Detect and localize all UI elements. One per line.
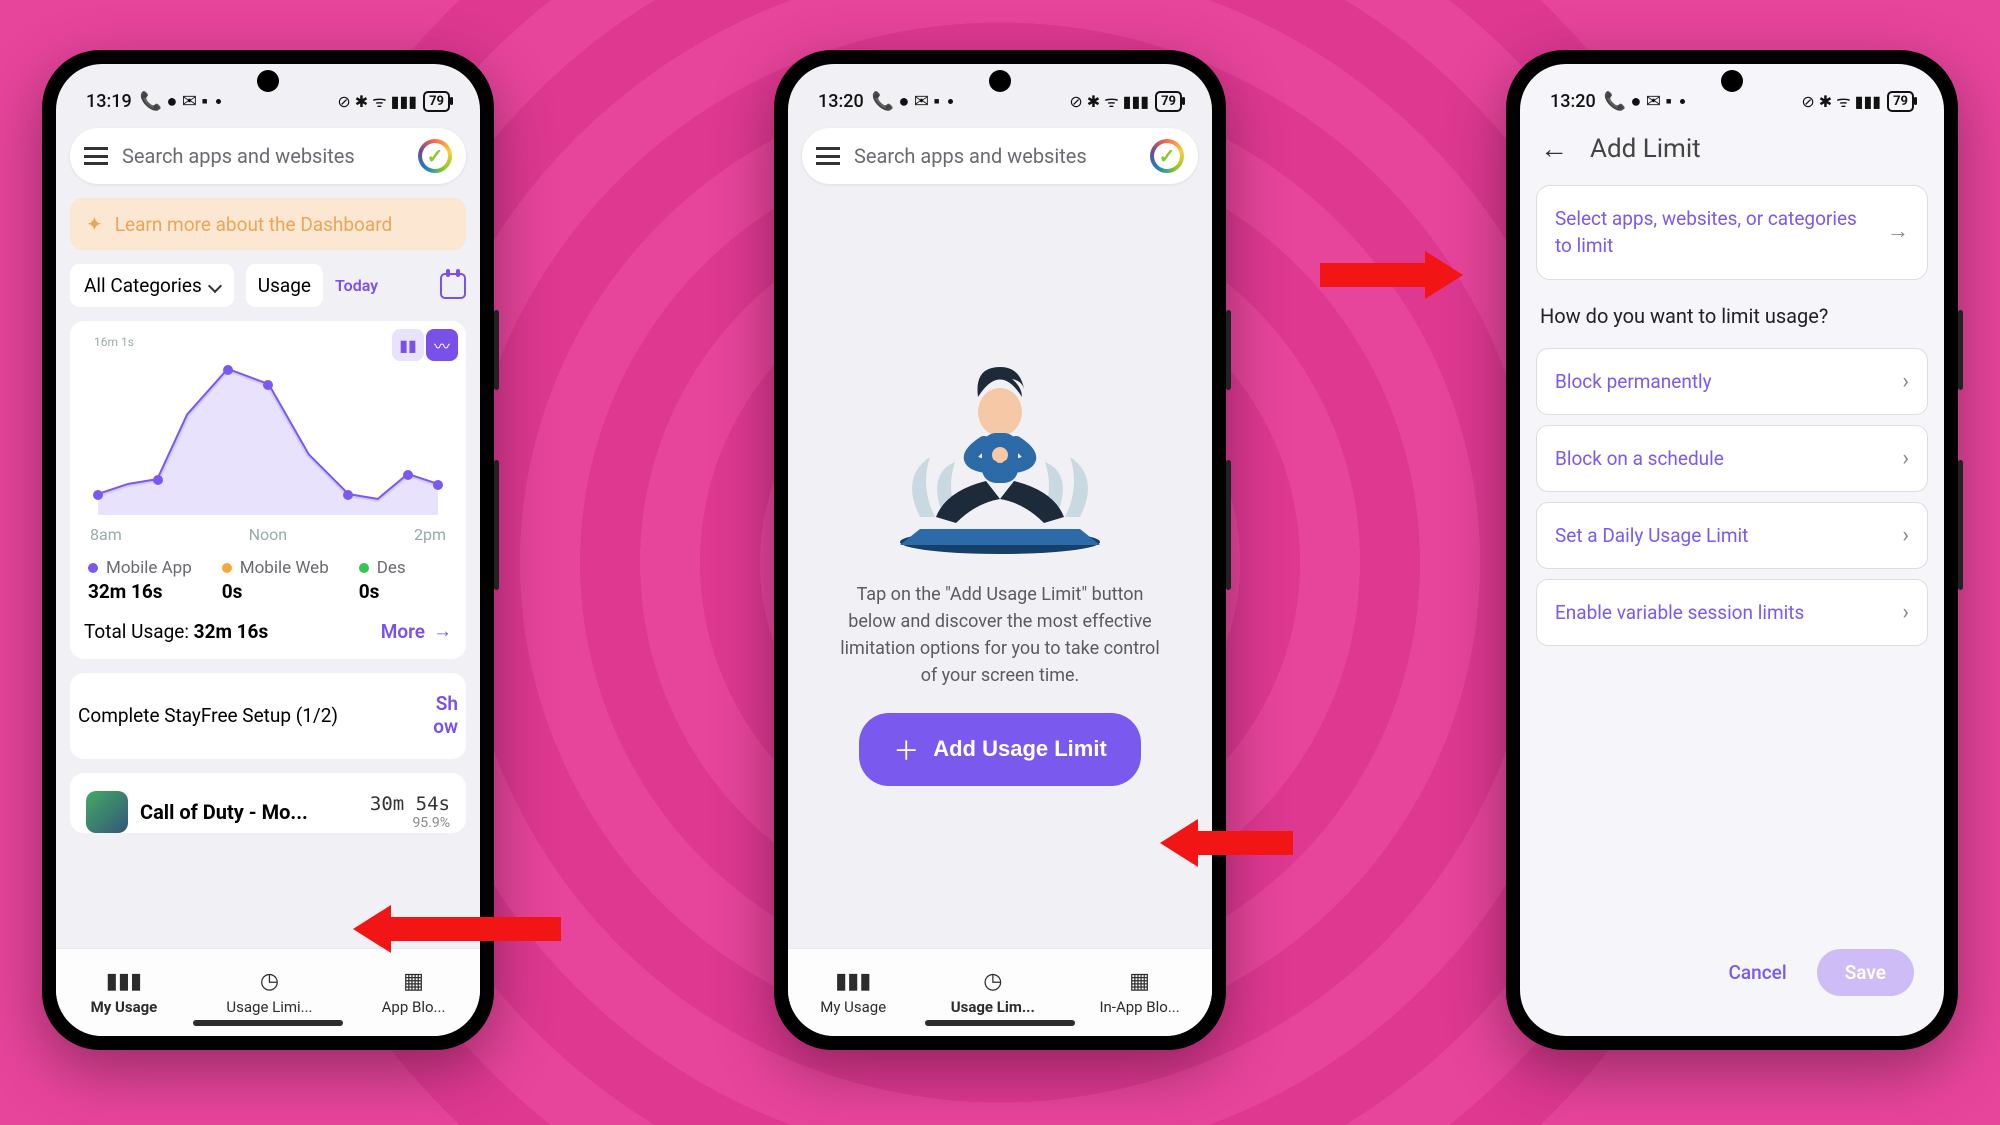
app-icon	[86, 791, 128, 833]
search-bar[interactable]: Search apps and websites ✓	[70, 128, 466, 184]
opt-block-permanently[interactable]: Block permanently›	[1536, 348, 1928, 415]
chart-line-toggle[interactable]: 〰	[426, 329, 458, 361]
nav-usage-limits[interactable]: ◷Usage Lim...	[951, 970, 1035, 1016]
progress-ring-icon[interactable]: ✓	[1150, 139, 1184, 173]
opt-daily-limit[interactable]: Set a Daily Usage Limit›	[1536, 502, 1928, 569]
usage-chart	[84, 355, 452, 519]
setup-card[interactable]: Complete StayFree Setup (1/2) Sh ow	[70, 673, 466, 759]
status-time: 13:19	[86, 91, 132, 112]
select-apps-label: Select apps, websites, or categories to …	[1555, 206, 1871, 259]
tutorial-arrow-1	[353, 912, 561, 946]
search-placeholder: Search apps and websites	[122, 144, 355, 168]
menu-icon[interactable]	[84, 147, 108, 165]
empty-state-text: Tap on the "Add Usage Limit" button belo…	[832, 581, 1168, 689]
status-notif-icons: 📞 ● ✉ ▪	[140, 91, 208, 112]
filter-row: All Categories Usage Today	[70, 264, 466, 307]
app-row[interactable]: Call of Duty - Mo... 30m 54s 95.9%	[80, 781, 456, 833]
app-list-card: Call of Duty - Mo... 30m 54s 95.9%	[70, 773, 466, 833]
plus-icon: ＋	[893, 731, 919, 768]
nav-usage-limits[interactable]: ◷Usage Limi...	[226, 970, 312, 1016]
total-value: 32m 16s	[194, 620, 269, 643]
status-connectivity-icons: ⊘ ✱ ᯤ ▮▮▮	[337, 90, 417, 112]
filter-today[interactable]: Today	[335, 276, 378, 295]
cancel-button[interactable]: Cancel	[1729, 961, 1787, 984]
nav-app-blocking[interactable]: ▦App Blo...	[382, 970, 446, 1016]
total-label: Total Usage:	[84, 620, 189, 643]
add-usage-limit-button[interactable]: ＋ Add Usage Limit	[859, 713, 1141, 786]
filter-usage[interactable]: Usage	[246, 264, 323, 307]
opt-block-schedule[interactable]: Block on a schedule›	[1536, 425, 1928, 492]
meditation-illustration	[880, 357, 1120, 557]
opt-session-limits[interactable]: Enable variable session limits›	[1536, 579, 1928, 646]
status-time: 13:20	[818, 91, 864, 112]
xlabel: Noon	[249, 525, 288, 544]
app-time: 30m 54s	[370, 793, 450, 815]
setup-text: Complete StayFree Setup (1/2)	[78, 704, 338, 727]
banner-text: Learn more about the Dashboard	[115, 213, 392, 236]
phone-my-usage: 13:19 📞 ● ✉ ▪ ⊘ ✱ ᯤ ▮▮▮ 79 Search apps a…	[42, 50, 494, 1050]
xlabel: 2pm	[414, 525, 446, 544]
nav-my-usage[interactable]: ▮▮▮My Usage	[820, 970, 886, 1016]
calendar-icon[interactable]	[440, 273, 466, 299]
arrow-right-icon: →	[1887, 217, 1909, 248]
back-icon[interactable]: ←	[1540, 132, 1568, 165]
dashboard-banner[interactable]: ✦ Learn more about the Dashboard	[70, 198, 466, 250]
chart-legend: Mobile App32m 16s Mobile Web0s Des0s	[84, 544, 452, 607]
app-pct: 95.9%	[370, 815, 450, 831]
chevron-right-icon: ›	[1902, 600, 1909, 625]
battery-icon: 79	[1155, 91, 1182, 112]
nav-my-usage[interactable]: ▮▮▮My Usage	[91, 970, 158, 1016]
camera-hole	[1721, 70, 1743, 92]
chart-bar-toggle[interactable]: ▮▮	[392, 329, 424, 361]
battery-icon: 79	[1887, 91, 1914, 112]
home-indicator[interactable]	[193, 1020, 343, 1026]
chevron-right-icon: ›	[1902, 446, 1909, 471]
phone-add-limit: 13:20📞 ● ✉ ▪ ⊘ ✱ ᯤ ▮▮▮79 ← Add Limit Sel…	[1506, 50, 1958, 1050]
more-link[interactable]: More →	[381, 619, 452, 643]
wand-icon: ✦	[86, 212, 103, 236]
page-title: Add Limit	[1590, 134, 1701, 164]
setup-show[interactable]: Sh ow	[424, 693, 458, 739]
search-bar[interactable]: Search apps and websites ✓	[802, 128, 1198, 184]
filter-categories[interactable]: All Categories	[70, 264, 234, 307]
home-indicator[interactable]	[925, 1020, 1075, 1026]
limit-question: How do you want to limit usage?	[1520, 280, 1944, 338]
usage-chart-card: ▮▮ 〰 16m 1s 8am Noon	[70, 321, 466, 659]
search-placeholder: Search apps and websites	[854, 144, 1087, 168]
chevron-right-icon: ›	[1902, 523, 1909, 548]
camera-hole	[989, 70, 1011, 92]
camera-hole	[257, 70, 279, 92]
status-time: 13:20	[1550, 91, 1596, 112]
xlabel: 8am	[90, 525, 122, 544]
battery-icon: 79	[423, 91, 450, 112]
tutorial-arrow-2	[1160, 826, 1293, 860]
tutorial-arrow-3	[1320, 258, 1463, 292]
progress-ring-icon[interactable]: ✓	[418, 139, 452, 173]
nav-inapp-blocking[interactable]: ▦In-App Blo...	[1099, 970, 1179, 1016]
select-apps-card[interactable]: Select apps, websites, or categories to …	[1536, 185, 1928, 280]
save-button[interactable]: Save	[1817, 949, 1914, 996]
chevron-right-icon: ›	[1902, 369, 1909, 394]
menu-icon[interactable]	[816, 147, 840, 165]
app-name: Call of Duty - Mo...	[140, 800, 358, 824]
chevron-down-icon	[208, 278, 222, 292]
phone-usage-limits-empty: 13:20📞 ● ✉ ▪ ⊘ ✱ ᯤ ▮▮▮79 Search apps and…	[774, 50, 1226, 1050]
